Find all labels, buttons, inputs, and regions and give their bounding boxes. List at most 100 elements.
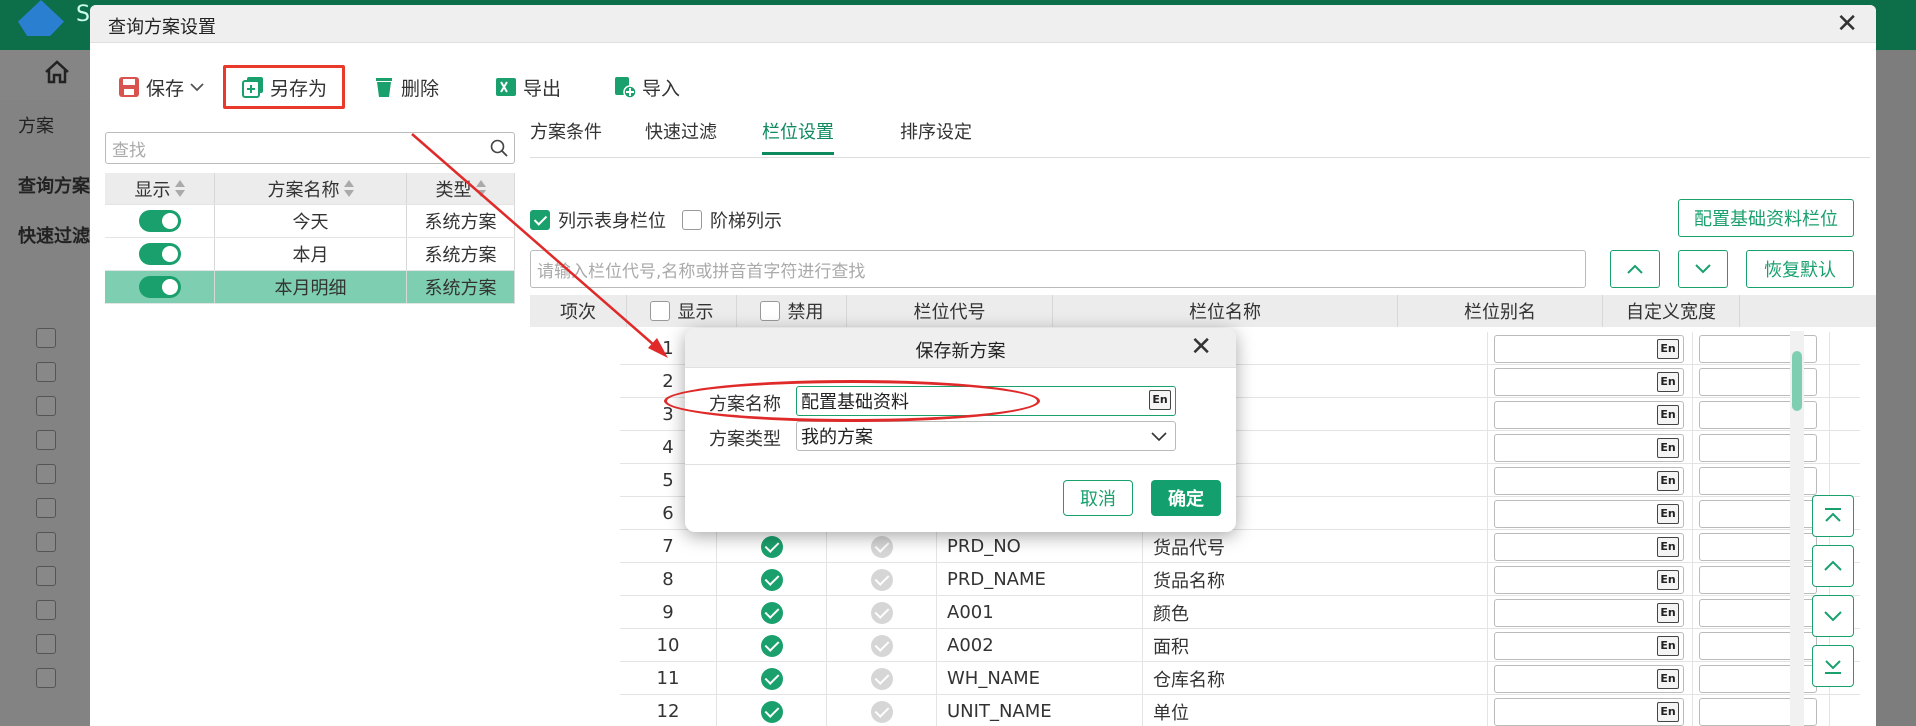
column-grid-row[interactable]: 9 A001 颜色 En [620,596,1860,629]
import-button[interactable]: 导入 [614,65,680,109]
move-down-button[interactable] [1678,250,1728,288]
show-check-icon[interactable] [760,667,783,690]
export-button[interactable]: 导出 [495,65,561,109]
save-as-button[interactable]: 另存为 [223,65,345,109]
grid-scrollbar[interactable] [1790,331,1804,726]
bg-checkbox[interactable] [36,498,56,518]
list-body-columns-checkbox[interactable] [530,210,550,230]
bg-checkbox[interactable] [36,668,56,688]
bg-checkbox[interactable] [36,532,56,552]
translate-icon[interactable]: En [1657,635,1679,656]
grid-header-disable[interactable]: 禁用 [737,295,847,327]
translate-icon[interactable]: En [1657,437,1679,458]
scheme-type-select[interactable]: 我的方案 [796,421,1176,451]
column-header-show[interactable]: 显示 [105,173,215,204]
sort-icon[interactable] [475,179,486,198]
translate-icon[interactable]: En [1657,536,1679,557]
restore-default-button[interactable]: 恢复默认 [1746,250,1854,288]
translate-icon[interactable]: En [1657,503,1679,524]
grid-header-show[interactable]: 显示 [627,295,737,327]
confirm-button[interactable]: 确定 [1151,480,1221,516]
scheme-row-selected[interactable]: 本月明细 系统方案 [105,271,515,304]
bg-checkbox[interactable] [36,634,56,654]
move-top-button[interactable] [1812,495,1854,537]
disable-check-icon[interactable] [870,700,893,723]
show-toggle[interactable] [138,243,181,265]
translate-icon[interactable]: En [1657,470,1679,491]
translate-icon[interactable]: En [1149,390,1171,410]
show-check-icon[interactable] [760,634,783,657]
show-all-checkbox[interactable] [649,301,670,321]
column-grid-row[interactable]: 7 PRD_NO 货品代号 En [620,530,1860,563]
column-alias-input[interactable]: En [1494,466,1684,495]
scheme-row[interactable]: 本月 系统方案 [105,238,515,271]
move-down-nav-button[interactable] [1812,595,1854,637]
column-alias-input[interactable]: En [1494,499,1684,528]
translate-icon[interactable]: En [1657,701,1679,722]
column-alias-input[interactable]: En [1494,532,1684,561]
scrollbar-thumb[interactable] [1792,351,1802,411]
disable-check-icon[interactable] [870,667,893,690]
column-alias-input[interactable]: En [1494,565,1684,594]
bg-checkbox[interactable] [36,566,56,586]
tab-quick-filter[interactable]: 快速过滤 [645,118,717,144]
column-search-input[interactable]: 请输入栏位代号,名称或拼音首字符进行查找 [530,250,1586,288]
scheme-search-input[interactable]: 查找 [105,132,515,164]
disable-all-checkbox[interactable] [759,301,780,321]
tab-sort-settings[interactable]: 排序设定 [900,118,972,144]
translate-icon[interactable]: En [1657,569,1679,590]
show-toggle[interactable] [138,210,181,232]
column-grid-row[interactable]: 11 WH_NAME 仓库名称 En [620,662,1860,695]
delete-button[interactable]: 删除 [373,65,439,109]
translate-icon[interactable]: En [1657,371,1679,392]
close-icon[interactable]: ✕ [1190,332,1212,362]
save-button[interactable]: 保存 [118,65,204,109]
disable-check-icon[interactable] [870,634,893,657]
show-check-icon[interactable] [760,568,783,591]
column-alias-input[interactable]: En [1494,400,1684,429]
column-header-name[interactable]: 方案名称 [215,173,407,204]
close-icon[interactable]: ✕ [1836,9,1858,39]
move-up-nav-button[interactable] [1812,545,1854,587]
move-up-button[interactable] [1610,250,1660,288]
sort-icon[interactable] [174,179,185,198]
column-alias-input[interactable]: En [1494,334,1684,363]
disable-check-icon[interactable] [870,601,893,624]
disable-check-icon[interactable] [870,535,893,558]
disable-check-icon[interactable] [870,568,893,591]
bg-checkbox[interactable] [36,430,56,450]
show-check-icon[interactable] [760,700,783,723]
column-alias-input[interactable]: En [1494,433,1684,462]
translate-icon[interactable]: En [1657,668,1679,689]
cancel-button[interactable]: 取消 [1063,480,1133,516]
config-base-columns-button[interactable]: 配置基础资料栏位 [1678,199,1854,237]
bg-checkbox[interactable] [36,600,56,620]
translate-icon[interactable]: En [1657,602,1679,623]
column-alias-input[interactable]: En [1494,697,1684,726]
home-icon[interactable] [44,60,70,84]
show-check-icon[interactable] [760,535,783,558]
show-toggle[interactable] [138,276,181,298]
list-body-columns-option[interactable]: 列示表身栏位 阶梯列示 [530,207,782,233]
bg-checkbox[interactable] [36,464,56,484]
translate-icon[interactable]: En [1657,338,1679,359]
translate-icon[interactable]: En [1657,404,1679,425]
chevron-down-icon[interactable] [190,82,204,92]
column-alias-input[interactable]: En [1494,664,1684,693]
bg-checkbox[interactable] [36,328,56,348]
chevron-down-icon[interactable] [1151,432,1167,442]
column-grid-row[interactable]: 12 UNIT_NAME 单位 En [620,695,1860,726]
scheme-row[interactable]: 今天 系统方案 [105,205,515,238]
column-grid-row[interactable]: 8 PRD_NAME 货品名称 En [620,563,1860,596]
tab-conditions[interactable]: 方案条件 [530,118,602,144]
sort-icon[interactable] [343,179,354,198]
bg-checkbox[interactable] [36,396,56,416]
column-alias-input[interactable]: En [1494,631,1684,660]
ladder-list-checkbox[interactable] [682,210,702,230]
column-header-type[interactable]: 类型 [407,173,515,204]
search-icon[interactable] [490,139,508,157]
column-alias-input[interactable]: En [1494,367,1684,396]
column-alias-input[interactable]: En [1494,598,1684,627]
tab-column-settings[interactable]: 栏位设置 [762,118,834,144]
move-bottom-button[interactable] [1812,645,1854,687]
